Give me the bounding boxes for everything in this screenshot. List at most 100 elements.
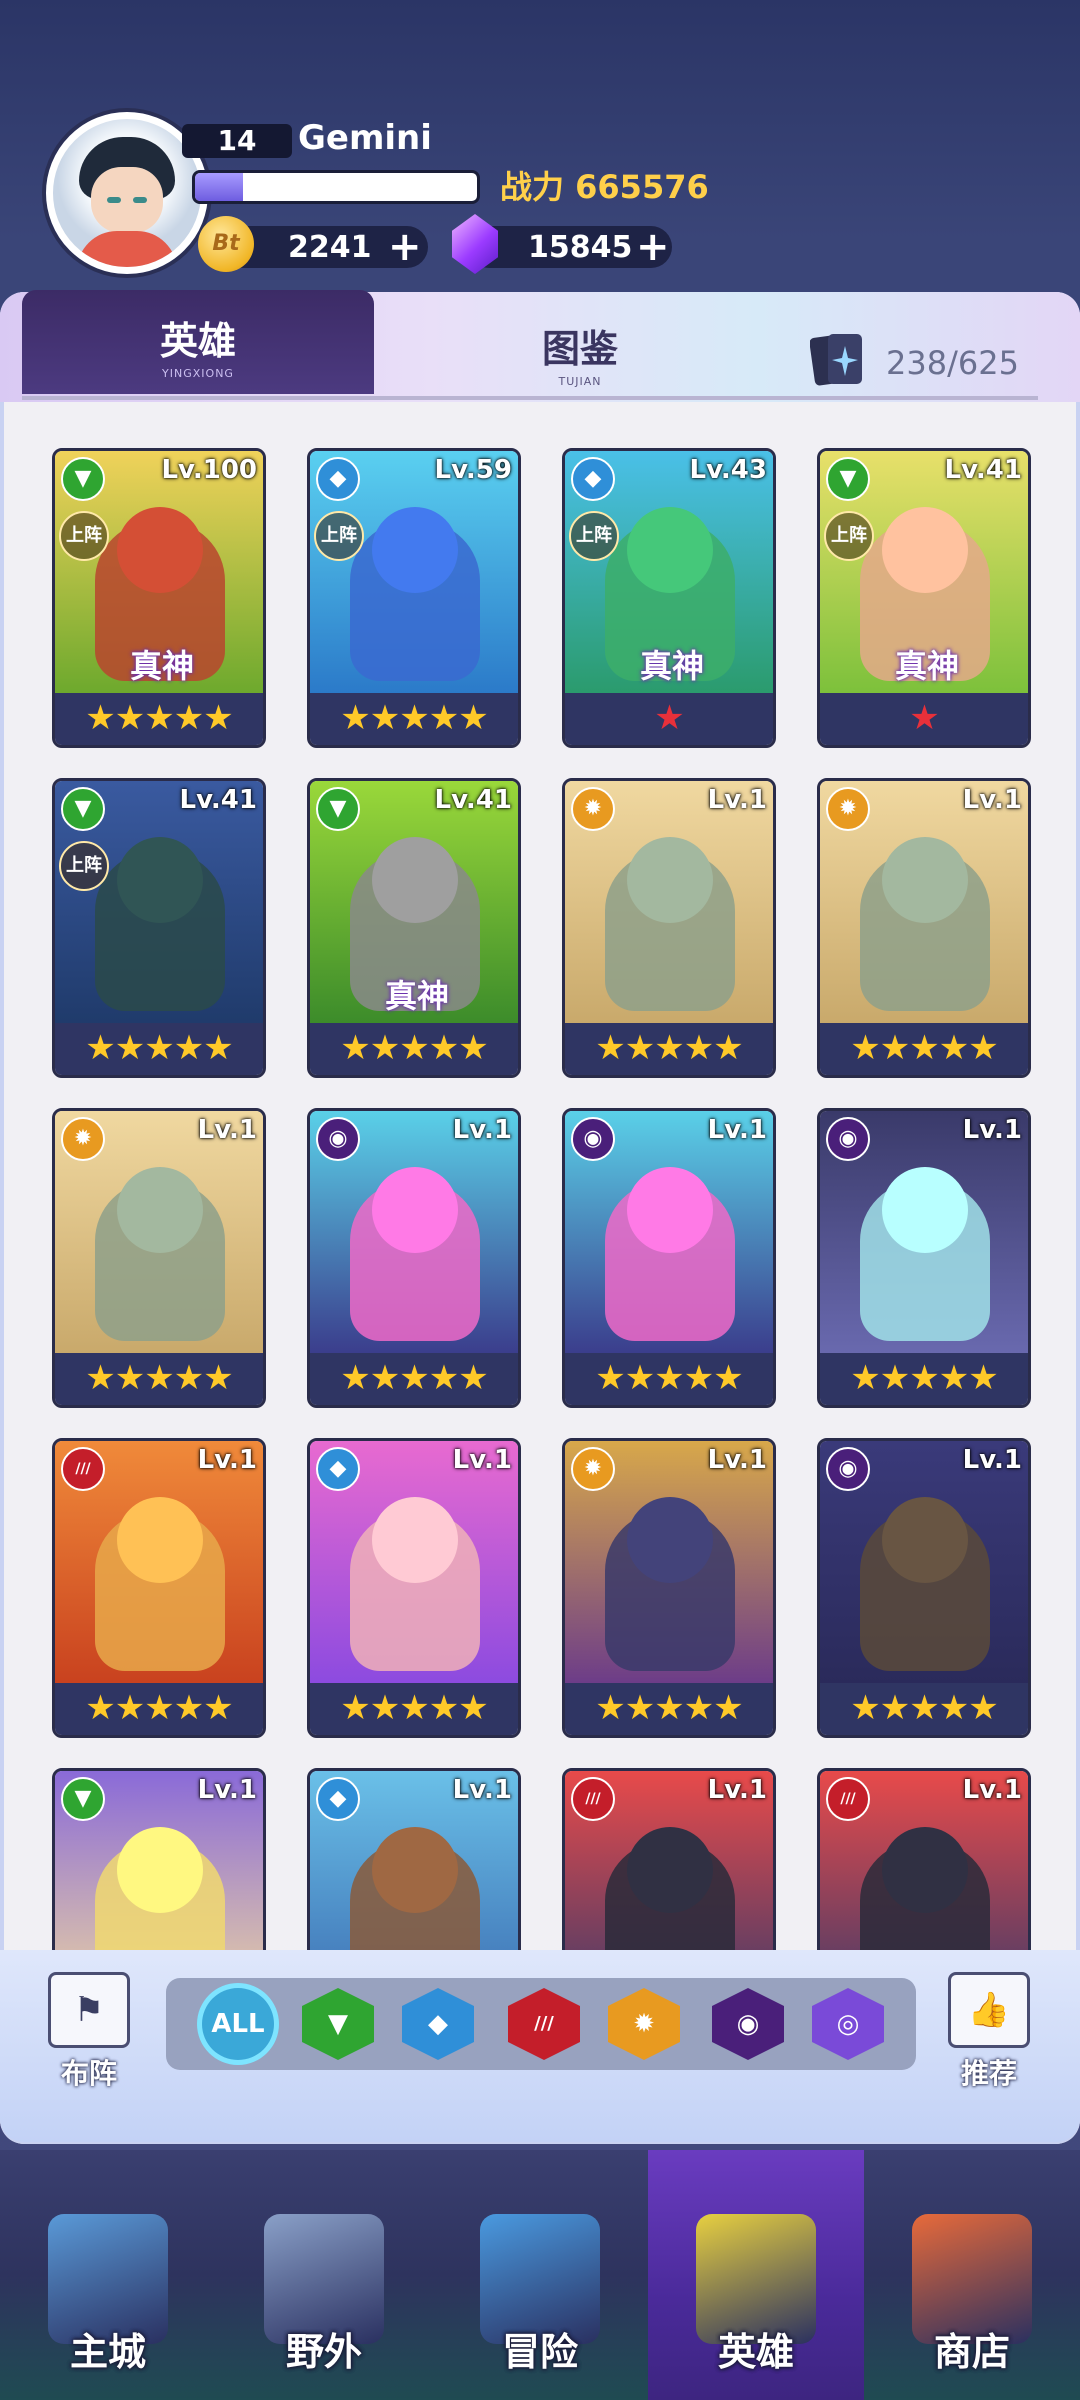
hero-card[interactable]: ///Lv.1★★★★★ [562,1768,776,1950]
hero-head [117,837,203,923]
hero-card[interactable]: ▼Lv.1★★★★★ [52,1768,266,1950]
hero-stars: ★★★★★ [310,1023,518,1075]
hero-head [882,1497,968,1583]
hero-card[interactable]: ✹ Lv.1 ★★★★★ [562,778,776,1078]
combat-power: 战力 665576 [500,168,709,206]
hero-head [372,1167,458,1253]
hero-card[interactable]: ◉ Lv.1 ★★★★★ [307,1108,521,1408]
hero-card[interactable]: ✹ Lv.1 ★★★★★ [52,1108,266,1408]
hero-level: Lv.1 [452,1115,512,1145]
hero-stars: ★ [565,693,773,745]
true-god-badge: 真神 [639,647,704,685]
tab-codex-sub: TUJIAN [558,375,602,388]
hero-card[interactable]: ▼ Lv.100 上阵 真神 ★★★★★ [52,448,266,748]
hero-level: Lv.1 [962,1775,1022,1805]
add-coins-button[interactable]: + [388,226,422,268]
tab-divider [22,396,1038,400]
nav-item[interactable]: 英雄 [648,2150,864,2400]
tab-heroes[interactable]: 英雄 YINGXIONG [22,290,374,394]
tab-codex[interactable]: 图鉴 TUJIAN [480,300,680,388]
hero-card[interactable]: ◆ Lv.43 上阵 真神 ★ [562,448,776,748]
add-gems-button[interactable]: + [636,226,670,268]
hero-level: Lv.41 [434,785,512,815]
tab-codex-label: 图鉴 [541,327,618,371]
hero-level: Lv.1 [197,1115,257,1145]
hero-level: Lv.1 [197,1445,257,1475]
hero-head [882,507,968,593]
void-element-icon: ◉ [826,1447,870,1491]
deployed-badge: 上阵 [59,841,109,891]
hero-stars: ★★★★★ [55,693,263,745]
hero-level: Lv.1 [707,785,767,815]
recommend-button[interactable]: 👍 推荐 [944,1972,1034,2090]
hero-card[interactable]: ◆ Lv.59 上阵 ★★★★★ [307,448,521,748]
hero-head [627,507,713,593]
hero-stars: ★★★★★ [565,1353,773,1405]
hero-card[interactable]: ✹ Lv.1 ★★★★★ [562,1438,776,1738]
hero-head [117,1827,203,1913]
deployed-badge: 上阵 [314,511,364,561]
filter-all-button[interactable]: ALL [202,1988,274,2060]
nav-label: 冒险 [501,2330,578,2374]
nav-item[interactable]: 商店 [864,2150,1080,2400]
xp-bar [192,170,480,204]
light-element-icon: ✹ [571,787,615,831]
light-element-icon: ✹ [826,787,870,831]
coin-amount: 2241 [288,230,372,265]
hero-level: Lv.1 [707,1445,767,1475]
nav-item[interactable]: 主城 [0,2150,216,2400]
hero-card[interactable]: ///Lv.1★★★★★ [817,1768,1031,1950]
recommend-label: 推荐 [960,2057,1017,2090]
hero-stars: ★★★★★ [820,1023,1028,1075]
hero-card[interactable]: ◉ Lv.1 ★★★★★ [817,1438,1031,1738]
nav-item[interactable]: 冒险 [432,2150,648,2400]
formation-button[interactable]: ⚑ 布阵 [44,1972,134,2090]
hero-level: Lv.1 [197,1775,257,1805]
hero-head [882,1827,968,1913]
avatar-body [77,231,177,267]
hero-head [372,1827,458,1913]
hero-head [882,837,968,923]
player-name: Gemini [298,118,432,158]
hero-level: Lv.43 [689,455,767,485]
water-element-icon: ◆ [571,457,615,501]
hero-card[interactable]: ◆ Lv.1 ★★★★★ [307,1438,521,1738]
avatar-eye [133,197,147,203]
hero-stars: ★★★★★ [310,1683,518,1735]
hero-level: Lv.1 [452,1775,512,1805]
hero-head [117,507,203,593]
hero-stars: ★★★★★ [565,1683,773,1735]
hero-stars: ★★★★★ [820,1353,1028,1405]
nav-label: 野外 [285,2330,362,2374]
hero-grid: ▼ Lv.100 上阵 真神 ★★★★★ ◆ Lv.59 上阵 ★★★★★ ◆ Lv.43 上阵 真神 ★… [0,448,1080,1950]
hero-card[interactable]: ▼ Lv.41 上阵 真神 ★ [817,448,1031,748]
hero-level: Lv.1 [707,1775,767,1805]
true-god-badge: 真神 [894,647,959,685]
hero-level: Lv.59 [434,455,512,485]
hero-card[interactable]: ▼ Lv.41 真神 ★★★★★ [307,778,521,1078]
hero-level: Lv.41 [944,455,1022,485]
coin-icon: Bt [198,216,254,272]
hero-card[interactable]: ///Lv.1★★★★★ [52,1438,266,1738]
void-element-icon: ◉ [316,1117,360,1161]
fire-element-icon: /// [571,1777,615,1821]
nav-item[interactable]: 野外 [216,2150,432,2400]
hero-head [882,1167,968,1253]
true-god-badge: 真神 [384,977,449,1015]
hero-level: Lv.1 [707,1115,767,1145]
avatar-eye [107,197,121,203]
nav-label: 主城 [69,2330,146,2374]
deployed-badge: 上阵 [824,511,874,561]
hero-card[interactable]: ◉ Lv.1 ★★★★★ [817,1108,1031,1408]
avatar-face [91,167,163,233]
hero-card[interactable]: ◉ Lv.1 ★★★★★ [562,1108,776,1408]
water-element-icon: ◆ [316,1447,360,1491]
hero-card[interactable]: ✹ Lv.1 ★★★★★ [817,778,1031,1078]
xp-fill [195,173,243,201]
fire-element-icon: /// [61,1447,105,1491]
water-element-icon: ◆ [316,1777,360,1821]
hero-level: Lv.1 [452,1445,512,1475]
hero-card[interactable]: ▼ Lv.41 上阵 ★★★★★ [52,778,266,1078]
hero-stars: ★★★★★ [55,1023,263,1075]
hero-card[interactable]: ◆Lv.1★★★★★ [307,1768,521,1950]
